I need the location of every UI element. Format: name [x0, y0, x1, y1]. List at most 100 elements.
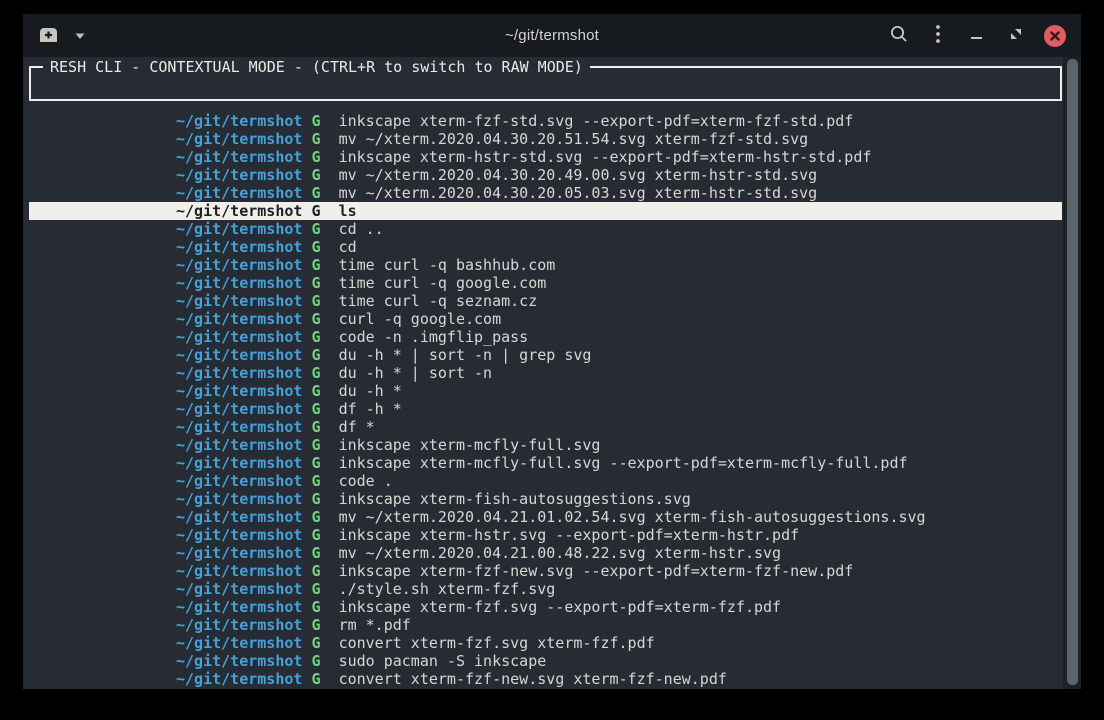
history-row[interactable]: ~/git/termshot G code .: [29, 472, 1062, 490]
history-command: mv ~/xterm.2020.04.21.01.02.54.svg xterm…: [339, 508, 926, 526]
history-row[interactable]: ~/git/termshot G sudo pacman -S inkscape: [29, 652, 1062, 670]
search-icon: [890, 25, 908, 46]
history-row[interactable]: ~/git/termshot G time curl -q bashhub.co…: [29, 256, 1062, 274]
git-flag: G: [302, 202, 338, 220]
git-flag: G: [302, 670, 338, 688]
history-command: convert xterm-fzf.svg xterm-fzf.pdf: [339, 634, 655, 652]
git-flag: G: [302, 310, 338, 328]
history-command: du -h * | sort -n: [339, 364, 493, 382]
history-command: inkscape xterm-fzf-new.svg --export-pdf=…: [339, 562, 854, 580]
search-button[interactable]: [879, 14, 918, 57]
git-flag: G: [302, 526, 338, 544]
git-flag: G: [302, 562, 338, 580]
history-row[interactable]: ~/git/termshot G convert xterm-fzf.svg x…: [29, 634, 1062, 652]
history-row[interactable]: ~/git/termshot G mv ~/xterm.2020.04.21.0…: [29, 508, 1062, 526]
history-row[interactable]: ~/git/termshot G time curl -q seznam.cz: [29, 292, 1062, 310]
history-command: inkscape xterm-mcfly-full.svg: [339, 436, 601, 454]
history-row[interactable]: ~/git/termshot G df *: [29, 418, 1062, 436]
history-row[interactable]: ~/git/termshot G convert xterm-fzf-new.s…: [29, 670, 1062, 688]
history-command: mv ~/xterm.2020.04.30.20.05.03.svg xterm…: [339, 184, 818, 202]
history-row[interactable]: ~/git/termshot G ./style.sh xterm-fzf.sv…: [29, 580, 1062, 598]
history-row[interactable]: ~/git/termshot G mv ~/xterm.2020.04.30.2…: [29, 166, 1062, 184]
history-row[interactable]: ~/git/termshot G ls: [29, 202, 1062, 220]
history-path: ~/git/termshot: [176, 202, 302, 220]
history-row[interactable]: ~/git/termshot G du -h *: [29, 382, 1062, 400]
git-flag: G: [302, 256, 338, 274]
history-row[interactable]: ~/git/termshot G inkscape xterm-hstr-std…: [29, 148, 1062, 166]
history-path: ~/git/termshot: [176, 616, 302, 634]
history-row[interactable]: ~/git/termshot G inkscape xterm-fzf-std.…: [29, 112, 1062, 130]
history-row[interactable]: ~/git/termshot G cd: [29, 238, 1062, 256]
history-path: ~/git/termshot: [176, 184, 302, 202]
close-button[interactable]: [1035, 14, 1074, 57]
history-command: cd: [339, 238, 357, 256]
history-path: ~/git/termshot: [176, 634, 302, 652]
git-flag: G: [302, 112, 338, 130]
git-flag: G: [302, 436, 338, 454]
history-path: ~/git/termshot: [176, 256, 302, 274]
menu-button[interactable]: [918, 14, 957, 57]
git-flag: G: [302, 634, 338, 652]
history-row[interactable]: ~/git/termshot G code -n .imgflip_pass: [29, 328, 1062, 346]
history-command: mv ~/xterm.2020.04.21.00.48.22.svg xterm…: [339, 544, 782, 562]
history-row[interactable]: ~/git/termshot G cd ..: [29, 220, 1062, 238]
git-flag: G: [302, 346, 338, 364]
history-command: mv ~/xterm.2020.04.30.20.49.00.svg xterm…: [339, 166, 818, 184]
history-row[interactable]: ~/git/termshot G inkscape xterm-mcfly-fu…: [29, 436, 1062, 454]
git-flag: G: [302, 220, 338, 238]
git-flag: G: [302, 184, 338, 202]
history-row[interactable]: ~/git/termshot G inkscape xterm-fish-aut…: [29, 490, 1062, 508]
git-flag: G: [302, 454, 338, 472]
git-flag: G: [302, 472, 338, 490]
scrollbar-thumb[interactable]: [1067, 59, 1078, 685]
history-path: ~/git/termshot: [176, 220, 302, 238]
history-row[interactable]: ~/git/termshot G time curl -q google.com: [29, 274, 1062, 292]
history-path: ~/git/termshot: [176, 580, 302, 598]
git-flag: G: [302, 598, 338, 616]
history-row[interactable]: ~/git/termshot G du -h * | sort -n: [29, 364, 1062, 382]
history-path: ~/git/termshot: [176, 112, 302, 130]
git-flag: G: [302, 364, 338, 382]
git-flag: G: [302, 616, 338, 634]
history-command: rm *.pdf: [339, 616, 411, 634]
history-command: du -h * | sort -n | grep svg: [339, 346, 592, 364]
history-row[interactable]: ~/git/termshot G inkscape xterm-fzf.svg …: [29, 598, 1062, 616]
history-row[interactable]: ~/git/termshot G inkscape xterm-hstr.svg…: [29, 526, 1062, 544]
history-command: time curl -q bashhub.com: [339, 256, 556, 274]
history-command: inkscape xterm-fzf-std.svg --export-pdf=…: [339, 112, 854, 130]
history-command: sudo pacman -S inkscape: [339, 652, 547, 670]
git-flag: G: [302, 418, 338, 436]
history-row[interactable]: ~/git/termshot G curl -q google.com: [29, 310, 1062, 328]
history-command: inkscape xterm-mcfly-full.svg --export-p…: [339, 454, 908, 472]
history-path: ~/git/termshot: [176, 670, 302, 688]
history-row[interactable]: ~/git/termshot G rm *.pdf: [29, 616, 1062, 634]
git-flag: G: [302, 166, 338, 184]
scrollbar-track: [1063, 57, 1081, 689]
history-row[interactable]: ~/git/termshot G mv ~/xterm.2020.04.21.0…: [29, 544, 1062, 562]
history-row[interactable]: ~/git/termshot G du -h * | sort -n | gre…: [29, 346, 1062, 364]
history-command: cd ..: [339, 220, 384, 238]
history-path: ~/git/termshot: [176, 508, 302, 526]
history-row[interactable]: ~/git/termshot G mv ~/xterm.2020.04.30.2…: [29, 130, 1062, 148]
history-path: ~/git/termshot: [176, 364, 302, 382]
resh-header-box: RESH CLI - CONTEXTUAL MODE - (CTRL+R to …: [29, 66, 1062, 101]
history-command: inkscape xterm-fzf.svg --export-pdf=xter…: [339, 598, 782, 616]
history-command: ls: [339, 202, 357, 220]
history-row[interactable]: ~/git/termshot G mv ~/xterm.2020.04.30.2…: [29, 184, 1062, 202]
history-path: ~/git/termshot: [176, 562, 302, 580]
history-row[interactable]: ~/git/termshot G inkscape xterm-fzf-new.…: [29, 562, 1062, 580]
history-command: convert xterm-fzf-new.svg xterm-fzf-new.…: [339, 670, 727, 688]
history-command: inkscape xterm-hstr.svg --export-pdf=xte…: [339, 526, 800, 544]
history-command: code -n .imgflip_pass: [339, 328, 529, 346]
terminal-content: RESH CLI - CONTEXTUAL MODE - (CTRL+R to …: [23, 57, 1081, 689]
history-path: ~/git/termshot: [176, 526, 302, 544]
restore-button[interactable]: [996, 14, 1035, 57]
git-flag: G: [302, 580, 338, 598]
history-command: inkscape xterm-fish-autosuggestions.svg: [339, 490, 691, 508]
minimize-button[interactable]: [957, 14, 996, 57]
history-row[interactable]: ~/git/termshot G inkscape xterm-mcfly-fu…: [29, 454, 1062, 472]
history-path: ~/git/termshot: [176, 418, 302, 436]
git-flag: G: [302, 400, 338, 418]
titlebar-right-controls: [879, 14, 1074, 57]
history-row[interactable]: ~/git/termshot G df -h *: [29, 400, 1062, 418]
